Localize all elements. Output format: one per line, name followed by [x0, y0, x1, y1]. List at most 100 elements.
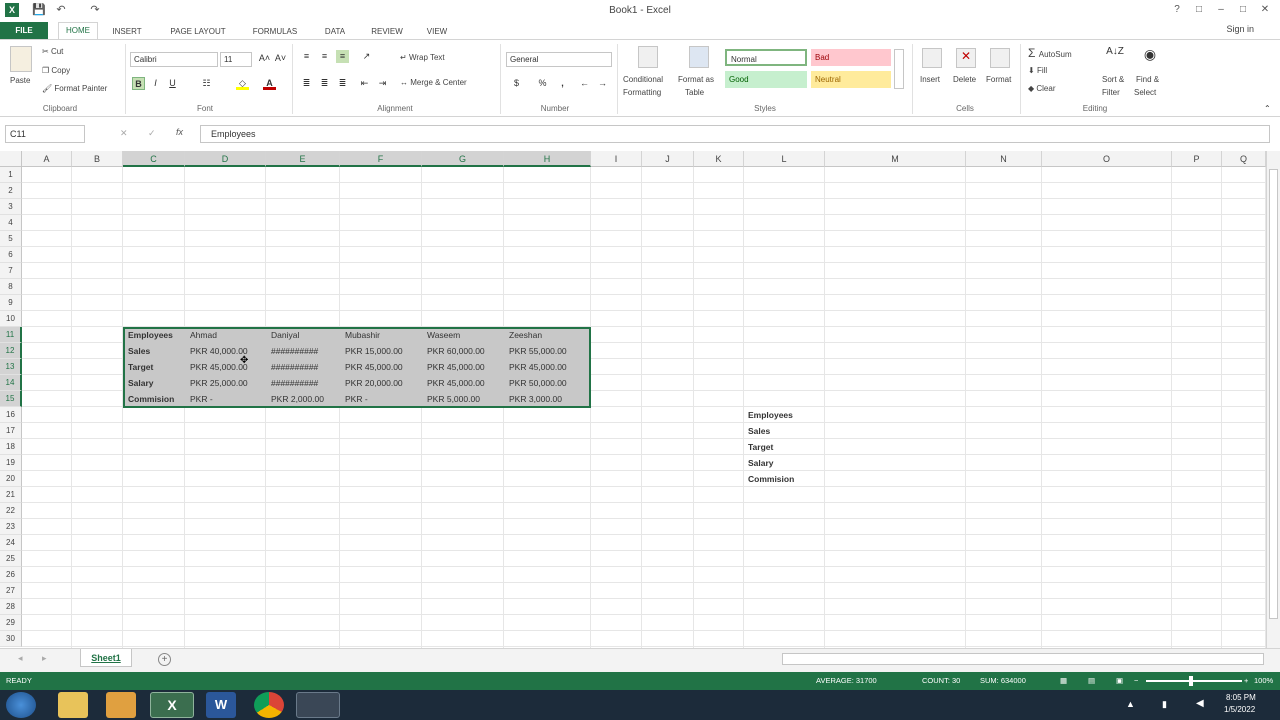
save-icon[interactable]: 💾 — [32, 3, 46, 17]
insert-function-icon[interactable]: fx — [176, 127, 183, 137]
row-header[interactable]: 25 — [0, 551, 22, 567]
format-cells-icon[interactable] — [990, 48, 1010, 68]
table-cell[interactable]: Target — [125, 359, 185, 375]
page-break-view-icon[interactable]: ▣ — [1116, 672, 1123, 690]
format-as-table-icon[interactable] — [689, 46, 709, 68]
cancel-entry-icon[interactable]: ✕ — [120, 128, 128, 139]
orientation-icon[interactable]: ↗ — [360, 50, 373, 63]
table-cell[interactable]: PKR 45,000.00 — [187, 359, 266, 375]
column-header[interactable]: D — [185, 151, 266, 167]
row-header[interactable]: 2 — [0, 183, 22, 199]
clock-app-icon[interactable] — [296, 692, 340, 718]
row-header[interactable]: 23 — [0, 519, 22, 535]
taskbar-date[interactable]: 1/5/2022 — [1224, 705, 1255, 714]
table-header-cell[interactable]: Zeeshan — [506, 327, 591, 343]
row-header[interactable]: 14 — [0, 375, 22, 391]
table-cell[interactable]: PKR 45,000.00 — [506, 359, 591, 375]
styles-scroll[interactable] — [894, 49, 904, 89]
row-header[interactable]: 26 — [0, 567, 22, 583]
row-header[interactable]: 18 — [0, 439, 22, 455]
row-header[interactable]: 20 — [0, 471, 22, 487]
font-color-icon[interactable]: A — [263, 77, 276, 90]
row-header[interactable]: 15 — [0, 391, 22, 407]
font-size-select[interactable]: 11 — [220, 52, 252, 67]
tab-home[interactable]: HOME — [58, 22, 98, 39]
row-header[interactable]: 16 — [0, 407, 22, 423]
grow-font-icon[interactable]: A˄ — [258, 52, 271, 65]
undo-icon[interactable]: ↶ — [54, 3, 68, 17]
fill-color-icon[interactable]: ◇ — [236, 77, 249, 90]
fill-button[interactable]: ⬇ Fill — [1028, 66, 1047, 75]
find-select-label-2[interactable]: Select — [1134, 88, 1156, 97]
table-cell[interactable]: ########## — [268, 343, 340, 359]
underline-button[interactable]: U — [166, 77, 179, 90]
style-normal[interactable]: Normal — [725, 49, 807, 66]
restore-button[interactable]: □ — [1234, 3, 1252, 17]
tab-page-layout[interactable]: PAGE LAYOUT — [160, 24, 236, 39]
column-header[interactable]: C — [123, 151, 185, 167]
zoom-out-icon[interactable]: − — [1134, 672, 1138, 690]
close-button[interactable]: ✕ — [1256, 3, 1274, 17]
row-header[interactable]: 21 — [0, 487, 22, 503]
list-cell[interactable]: Sales — [745, 423, 826, 439]
column-header[interactable]: H — [504, 151, 591, 167]
table-header-cell[interactable]: Ahmad — [187, 327, 266, 343]
tab-data[interactable]: DATA — [314, 24, 356, 39]
excel-taskbar-icon[interactable]: X — [150, 692, 194, 718]
list-cell[interactable]: Target — [745, 439, 826, 455]
column-header[interactable]: J — [642, 151, 694, 167]
align-right-icon[interactable]: ≣ — [336, 77, 349, 90]
row-header[interactable]: 6 — [0, 247, 22, 263]
ribbon-display-icon[interactable]: □ — [1190, 3, 1208, 17]
conditional-formatting-label[interactable]: Conditional — [623, 75, 663, 84]
list-cell[interactable]: Employees — [745, 407, 826, 423]
align-middle-icon[interactable]: ≡ — [318, 50, 331, 63]
delete-cells-button[interactable]: Delete — [953, 75, 976, 84]
tab-formulas[interactable]: FORMULAS — [244, 24, 306, 39]
row-header[interactable]: 17 — [0, 423, 22, 439]
sort-filter-label-2[interactable]: Filter — [1102, 88, 1120, 97]
format-cells-button[interactable]: Format — [986, 75, 1011, 84]
table-header-cell[interactable]: Employees — [125, 327, 185, 343]
binoculars-icon[interactable]: ◉ — [1140, 46, 1160, 68]
start-button-icon[interactable] — [6, 692, 36, 718]
font-name-select[interactable]: Calibri — [130, 52, 218, 67]
zoom-in-icon[interactable]: + — [1244, 672, 1248, 690]
italic-button[interactable]: I — [149, 77, 162, 90]
tab-insert[interactable]: INSERT — [104, 24, 150, 39]
row-header[interactable]: 9 — [0, 295, 22, 311]
word-taskbar-icon[interactable]: W — [206, 692, 236, 718]
row-header[interactable]: 13 — [0, 359, 22, 375]
column-header[interactable]: B — [72, 151, 123, 167]
row-header[interactable]: 28 — [0, 599, 22, 615]
chrome-taskbar-icon[interactable] — [254, 692, 284, 718]
column-header[interactable]: K — [694, 151, 744, 167]
column-header[interactable]: Q — [1222, 151, 1266, 167]
row-header[interactable]: 12 — [0, 343, 22, 359]
table-cell[interactable]: PKR - — [342, 391, 422, 407]
zoom-slider-thumb[interactable] — [1189, 676, 1193, 686]
volume-icon[interactable]: ◀ — [1196, 698, 1204, 709]
zoom-slider[interactable] — [1146, 680, 1242, 682]
tab-view[interactable]: VIEW — [418, 24, 456, 39]
collapse-ribbon-icon[interactable]: ⌃ — [1264, 104, 1271, 113]
media-player-icon[interactable] — [106, 692, 136, 718]
table-cell[interactable]: Salary — [125, 375, 185, 391]
row-header[interactable]: 5 — [0, 231, 22, 247]
table-cell[interactable]: PKR 40,000.00 — [187, 343, 266, 359]
percent-button[interactable]: % — [536, 77, 549, 90]
enter-entry-icon[interactable]: ✓ — [148, 128, 156, 139]
conditional-formatting-icon[interactable] — [638, 46, 658, 68]
row-header[interactable]: 10 — [0, 311, 22, 327]
row-header[interactable]: 24 — [0, 535, 22, 551]
table-cell[interactable]: PKR 45,000.00 — [342, 359, 422, 375]
tab-file[interactable]: FILE — [0, 22, 48, 39]
taskbar-time[interactable]: 8:05 PM — [1226, 693, 1256, 702]
decrease-decimal-icon[interactable]: → — [596, 77, 609, 90]
column-header[interactable]: M — [825, 151, 966, 167]
zoom-level[interactable]: 100% — [1254, 672, 1273, 690]
row-header[interactable]: 8 — [0, 279, 22, 295]
row-header[interactable]: 4 — [0, 215, 22, 231]
paste-button[interactable]: Paste — [10, 76, 30, 85]
table-cell[interactable]: PKR 45,000.00 — [424, 359, 504, 375]
